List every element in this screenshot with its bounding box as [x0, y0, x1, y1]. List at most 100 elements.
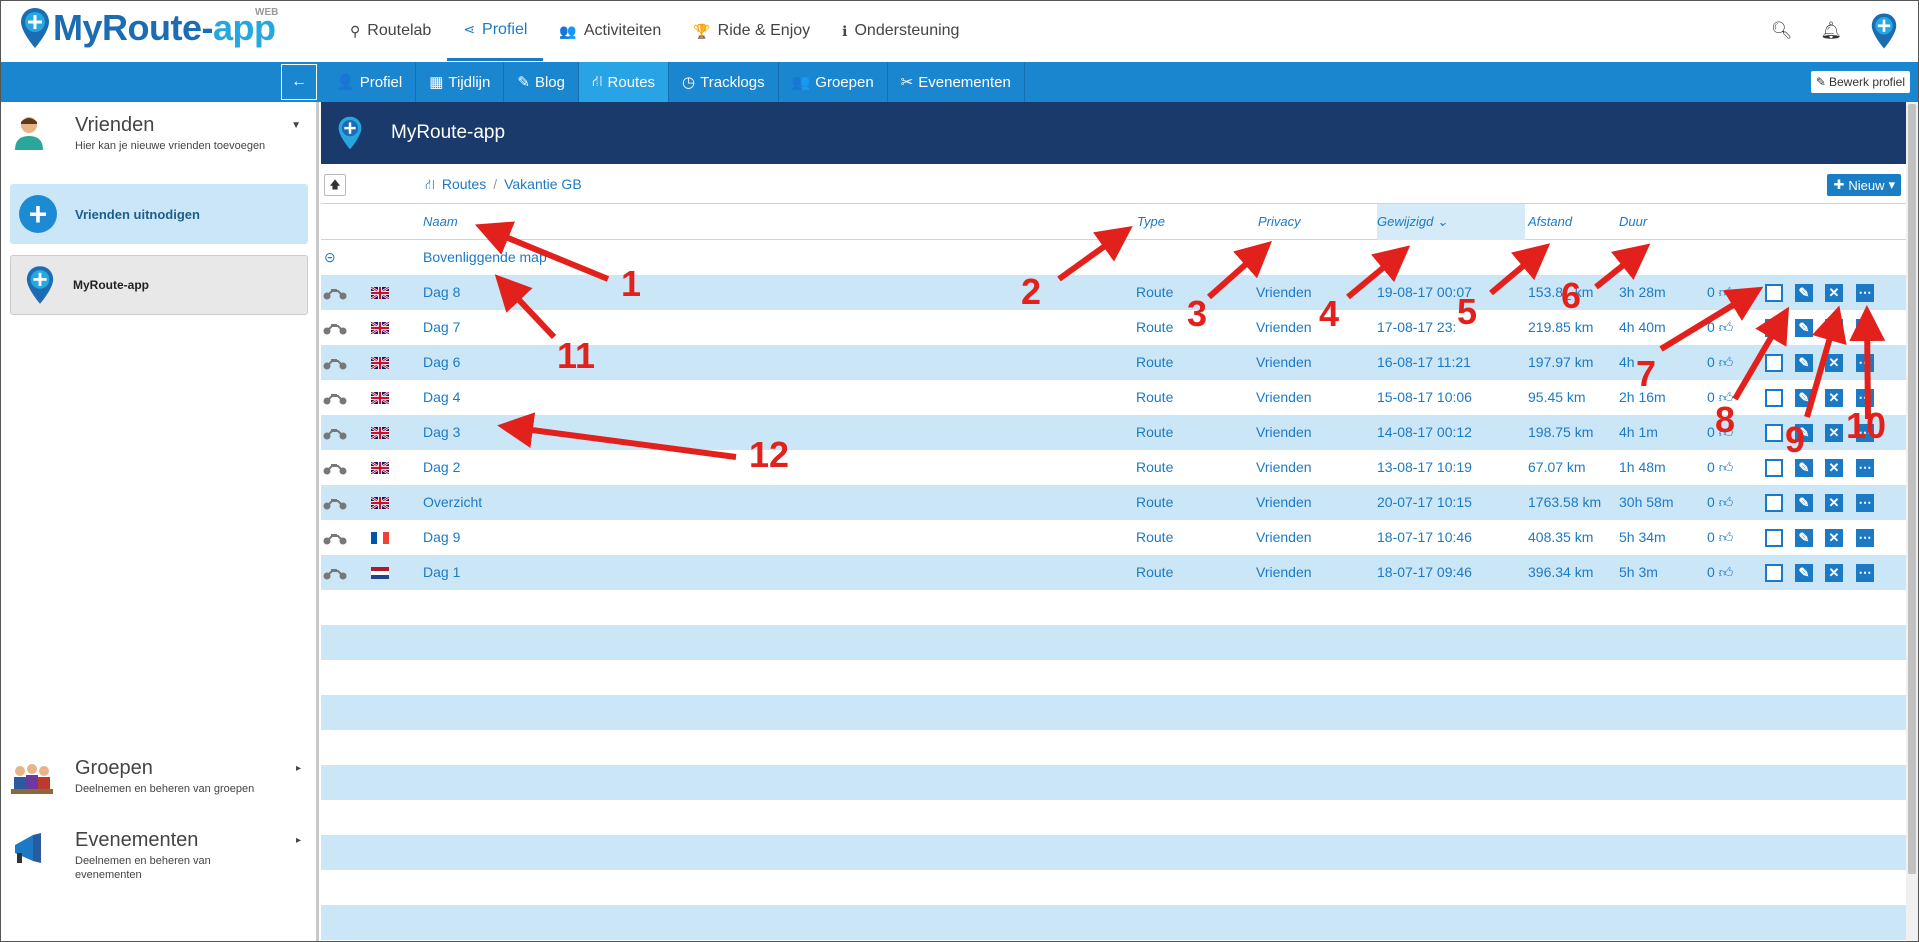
edit-icon[interactable]: ✎ [1795, 459, 1813, 477]
topnav-activiteiten[interactable]: 👥 Activiteiten [543, 1, 677, 61]
table-row[interactable]: Dag 9 Route Vrienden 18-07-17 10:46 408.35 k… [321, 520, 1907, 555]
users-icon: 👥 [559, 22, 577, 39]
more-options-icon[interactable]: ⋯ [1856, 459, 1874, 477]
new-button[interactable]: ✚ Nieuw ▾ [1827, 174, 1901, 196]
edit-icon[interactable]: ✎ [1795, 354, 1813, 372]
friend-card[interactable]: MyRoute-app [10, 255, 308, 315]
copy-icon[interactable] [1765, 284, 1783, 302]
logo[interactable]: MyRoute-app [19, 7, 276, 49]
delete-icon[interactable]: ✕ [1825, 354, 1843, 372]
more-options-icon[interactable]: ⋯ [1856, 284, 1874, 302]
copy-icon[interactable] [1765, 459, 1783, 477]
table-row[interactable]: Overzicht Route Vrienden 20-07-17 10:15 1763… [321, 485, 1907, 520]
route-name[interactable]: Dag 7 [423, 319, 460, 335]
delete-icon[interactable]: ✕ [1825, 564, 1843, 582]
more-options-icon[interactable]: ⋯ [1856, 319, 1874, 337]
like-count[interactable]: 0 👍︎ [1707, 564, 1733, 581]
like-count[interactable]: 0 👍︎ [1707, 529, 1733, 546]
topnav-ride-enjoy[interactable]: 🏆 Ride & Enjoy [677, 1, 826, 61]
delete-icon[interactable]: ✕ [1825, 494, 1843, 512]
route-name[interactable]: Dag 2 [423, 459, 460, 475]
like-count[interactable]: 0 👍︎ [1707, 494, 1733, 511]
delete-icon[interactable]: ✕ [1825, 284, 1843, 302]
copy-icon[interactable] [1765, 494, 1783, 512]
like-count[interactable]: 0 👍︎ [1707, 319, 1733, 336]
tab-tracklogs[interactable]: ◷ Tracklogs [669, 62, 779, 102]
copy-icon[interactable] [1765, 354, 1783, 372]
edit-icon[interactable]: ✎ [1795, 529, 1813, 547]
scrollbar-thumb[interactable] [1908, 104, 1916, 874]
table-row[interactable]: Dag 2 Route Vrienden 13-08-17 10:19 67.07 km… [321, 450, 1907, 485]
more-options-icon[interactable]: ⋯ [1856, 354, 1874, 372]
copy-icon[interactable] [1765, 389, 1783, 407]
user-avatar[interactable] [1870, 11, 1898, 51]
annotation-label: 4 [1319, 293, 1340, 334]
column-duration[interactable]: Duur [1619, 214, 1647, 229]
friends-section[interactable]: Vrienden Hier kan je nieuwe vrienden toe… [1, 102, 315, 172]
more-options-icon[interactable]: ⋯ [1856, 494, 1874, 512]
route-privacy: Vrienden [1256, 494, 1312, 510]
table-row[interactable]: Dag 8 Route Vrienden 19-08-17 00:07 153.8_ k… [321, 275, 1907, 310]
edit-icon[interactable]: ✎ [1795, 284, 1813, 302]
edit-profile-button[interactable]: ✎ Bewerk profiel [1810, 71, 1910, 93]
scrollbar[interactable] [1906, 102, 1918, 941]
invite-friends-label: Vrienden uitnodigen [75, 206, 200, 222]
bell-icon[interactable]: 🔔︎ [1820, 21, 1842, 41]
route-name[interactable]: Dag 4 [423, 389, 460, 405]
column-name[interactable]: Naam [423, 214, 458, 229]
edit-icon[interactable]: ✎ [1795, 389, 1813, 407]
table-row[interactable]: Dag 4 Route Vrienden 15-08-17 10:06 95.45 km… [321, 380, 1907, 415]
route-name[interactable]: Overzicht [423, 494, 482, 510]
route-name[interactable]: Dag 3 [423, 424, 460, 440]
like-count[interactable]: 0 👍︎ [1707, 284, 1733, 301]
like-count[interactable]: 0 👍︎ [1707, 459, 1733, 476]
invite-friends-button[interactable]: + Vrienden uitnodigen [10, 184, 308, 244]
edit-icon[interactable]: ✎ [1795, 564, 1813, 582]
copy-icon[interactable] [1765, 424, 1783, 442]
column-distance[interactable]: Afstand [1528, 214, 1572, 229]
route-distance: 95.45 km [1528, 389, 1586, 405]
more-options-icon[interactable]: ⋯ [1856, 529, 1874, 547]
column-type[interactable]: Type [1137, 214, 1165, 229]
breadcrumb-folder[interactable]: Vakantie GB [504, 176, 582, 195]
column-privacy[interactable]: Privacy [1258, 214, 1301, 229]
delete-icon[interactable]: ✕ [1825, 529, 1843, 547]
route-name[interactable]: Dag 1 [423, 564, 460, 580]
tab-profiel[interactable]: 👤 Profiel [323, 62, 417, 102]
route-name[interactable]: Dag 9 [423, 529, 460, 545]
copy-icon[interactable] [1765, 564, 1783, 582]
tab-evenementen[interactable]: ✂ Evenementen [888, 62, 1025, 102]
tab-routes[interactable]: ⛙ Routes [578, 62, 670, 102]
like-count[interactable]: 0 👍︎ [1707, 354, 1733, 371]
table-row[interactable]: Dag 1 Route Vrienden 18-07-17 09:46 396.34 k… [321, 555, 1907, 590]
delete-icon[interactable]: ✕ [1825, 319, 1843, 337]
search-icon[interactable]: 🔍︎ [1771, 21, 1793, 41]
events-section[interactable]: Evenementen Deelnemen en beheren van eve… [1, 829, 315, 889]
copy-icon[interactable] [1765, 319, 1783, 337]
parent-folder-row[interactable]: ⊝ Bovenliggende map [321, 240, 1907, 275]
breadcrumb-routes[interactable]: Routes [442, 176, 486, 195]
collapse-sidebar-button[interactable]: ← [281, 64, 317, 100]
copy-icon[interactable] [1765, 529, 1783, 547]
column-modified[interactable]: Gewijzigd ⌄ [1377, 204, 1525, 240]
delete-icon[interactable]: ✕ [1825, 459, 1843, 477]
topnav-profiel[interactable]: ⋖ Profiel [447, 1, 544, 61]
route-name[interactable]: Dag 8 [423, 284, 460, 300]
tab-groepen[interactable]: 👥 Groepen [779, 62, 888, 102]
delete-icon[interactable]: ✕ [1825, 424, 1843, 442]
route-name[interactable]: Dag 6 [423, 354, 460, 370]
edit-icon[interactable]: ✎ [1795, 494, 1813, 512]
groups-section[interactable]: Groepen Deelnemen en beheren van groepen… [1, 757, 315, 807]
more-options-icon[interactable]: ⋯ [1856, 564, 1874, 582]
topnav-routelab[interactable]: ⚲ Routelab [334, 1, 447, 61]
edit-icon[interactable]: ✎ [1795, 319, 1813, 337]
topnav-ondersteuning[interactable]: ℹ Ondersteuning [826, 1, 975, 61]
delete-icon[interactable]: ✕ [1825, 389, 1843, 407]
tab-blog[interactable]: ✎ Blog [504, 62, 579, 102]
route-modified: 20-07-17 10:15 [1377, 494, 1472, 510]
tab-tijdlijn[interactable]: ▦ Tijdlijn [416, 62, 505, 102]
empty-row [321, 625, 1907, 660]
annotation-label: 11 [557, 335, 596, 376]
table-row[interactable]: Dag 3 Route Vrienden 14-08-17 00:12 198.75 k… [321, 415, 1907, 450]
folder-up-button[interactable]: 🡅 [324, 174, 346, 196]
